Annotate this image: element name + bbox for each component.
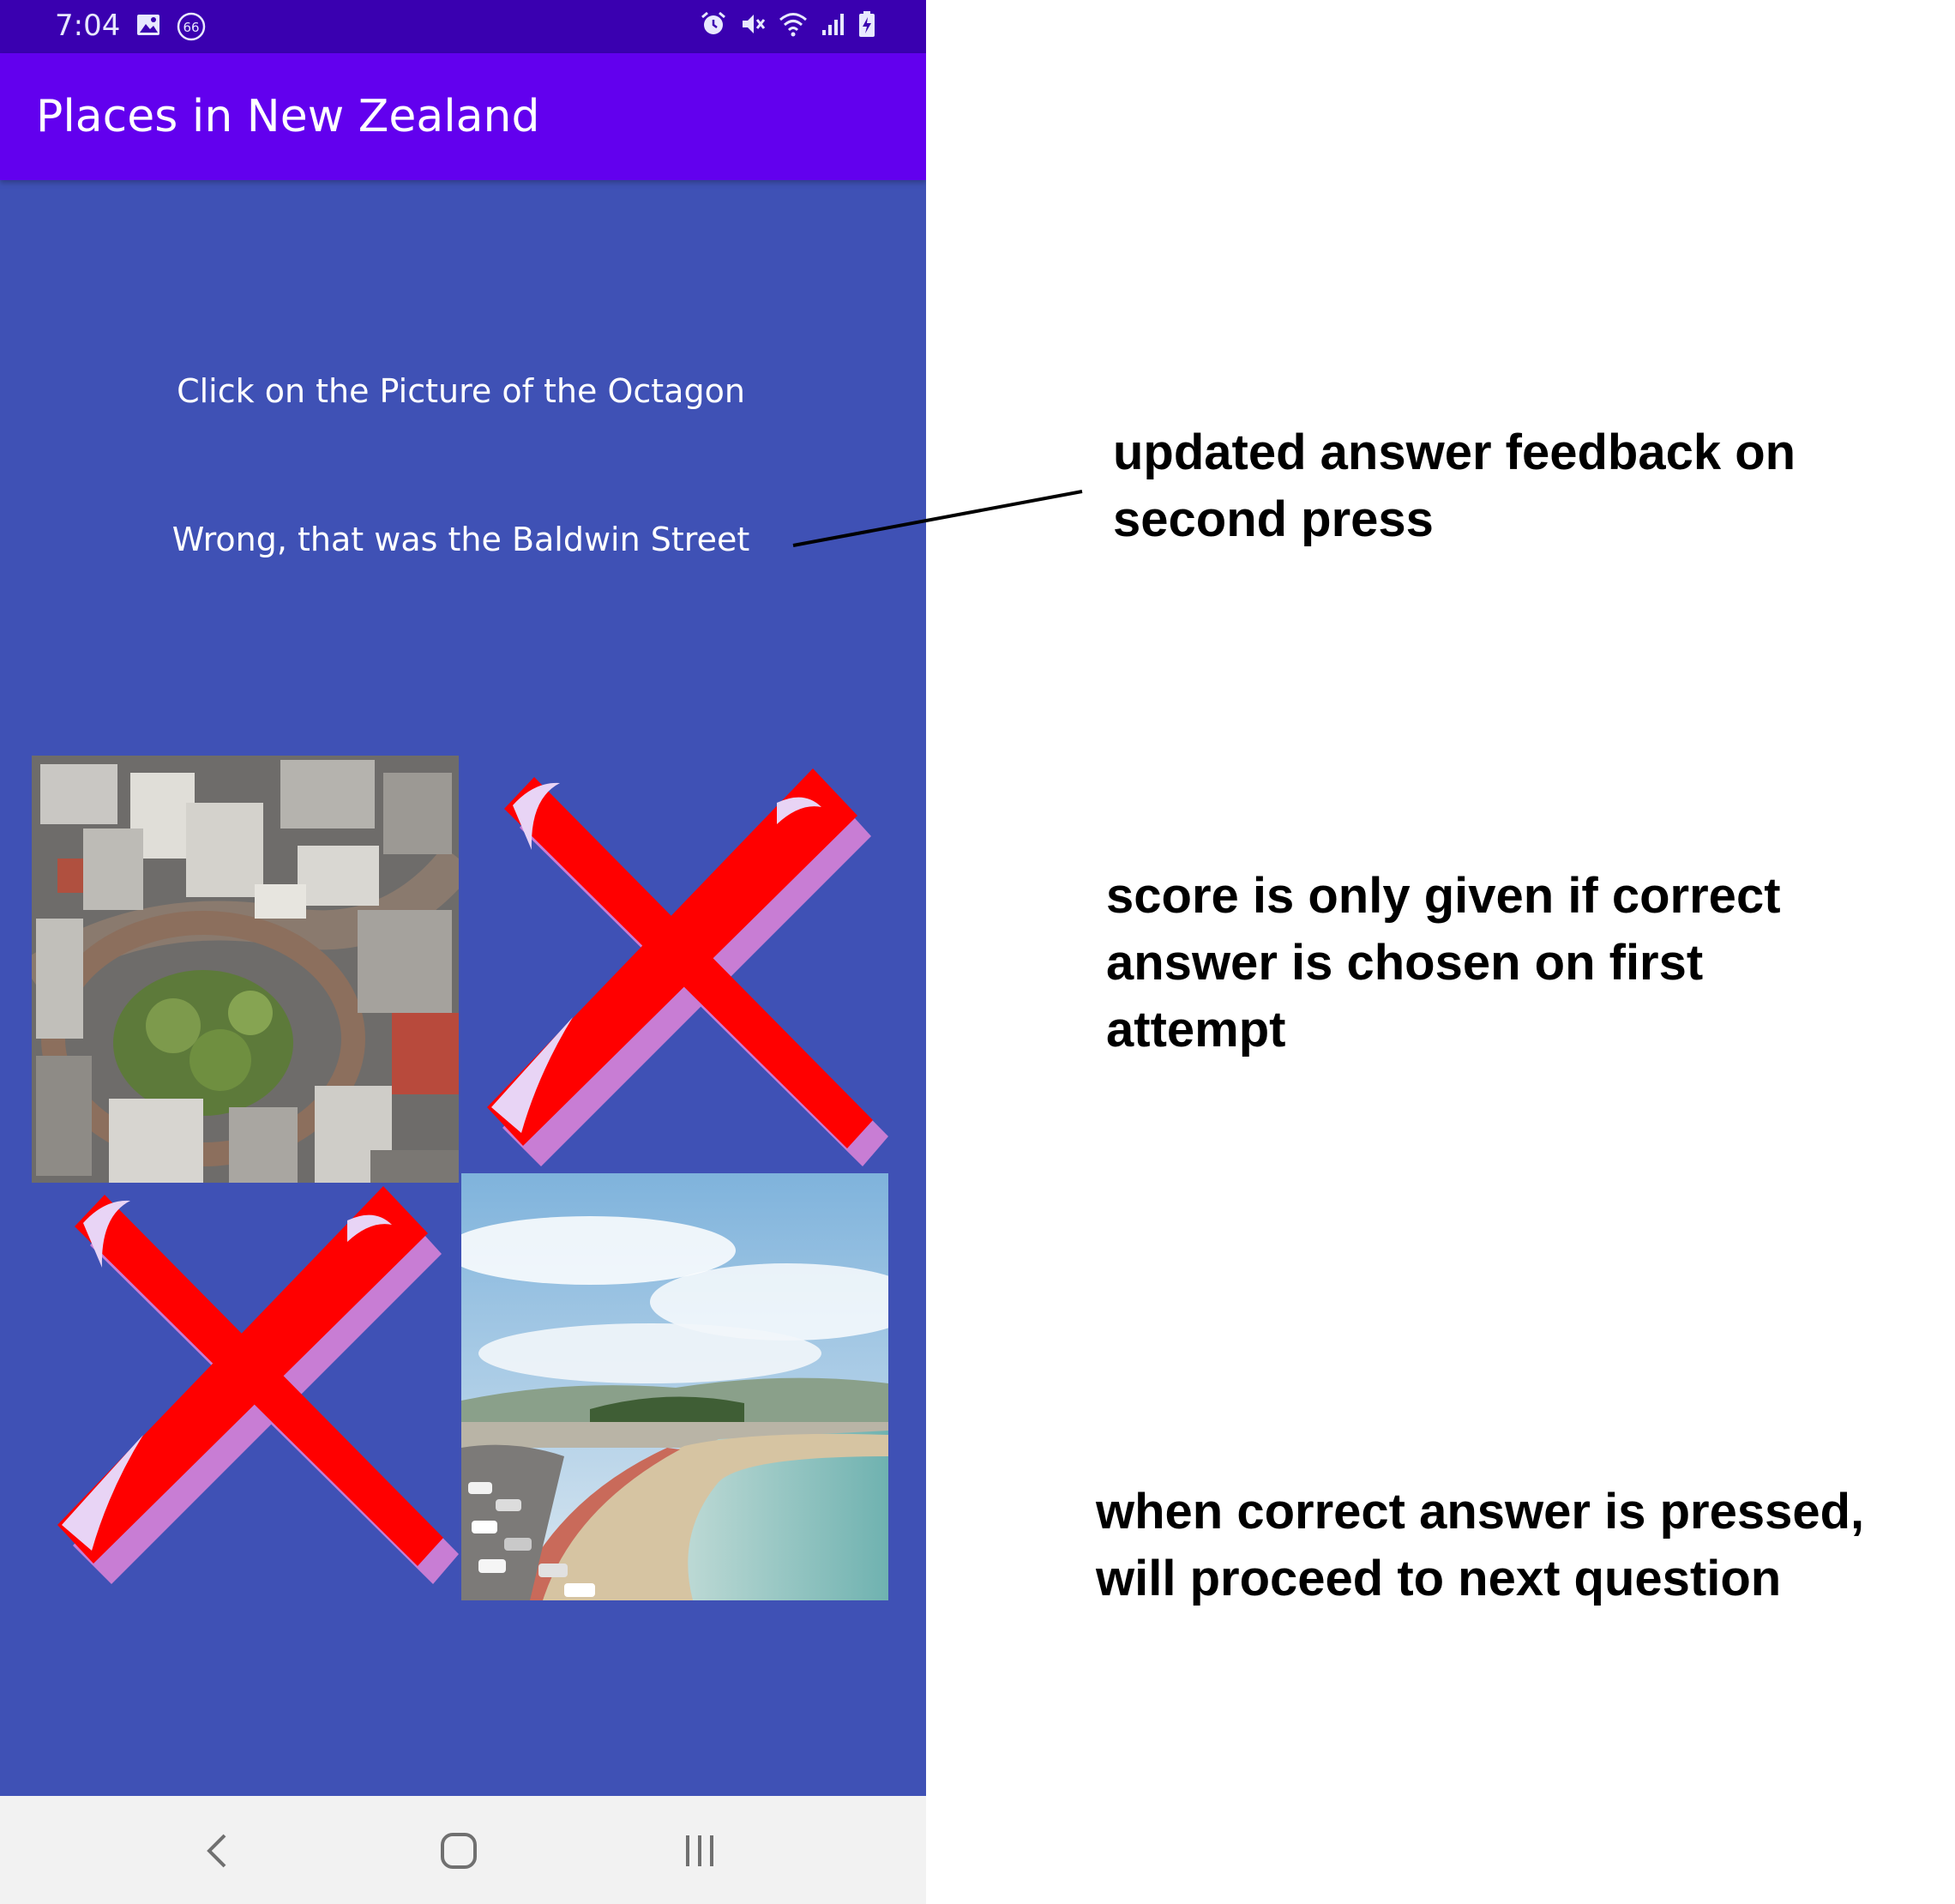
wrong-cross-icon: [487, 768, 888, 1166]
city-aerial-photo: [32, 756, 459, 1183]
answer-tile-wrong-cross[interactable]: [461, 756, 888, 1183]
answer-image-beach[interactable]: [461, 1173, 888, 1600]
wrong-cross-icon: [57, 1186, 459, 1584]
app-bar: Places in New Zealand: [0, 53, 926, 180]
question-text: Click on the Picture of the Octagon: [177, 372, 745, 410]
status-time: 7:04: [55, 9, 121, 43]
status-left-icons: 66: [135, 12, 206, 45]
home-icon[interactable]: [424, 1817, 493, 1885]
annotation-proceed-note: when correct answer is pressed, will pro…: [1096, 1484, 1865, 1606]
signal-icon: [820, 11, 845, 41]
annotation-score-note: score is only given if correct answer is…: [1106, 868, 1781, 1057]
notification-badge-count: 66: [183, 20, 199, 35]
image-icon: [135, 12, 161, 45]
recents-icon[interactable]: [665, 1817, 734, 1885]
feedback-text: Wrong, that was the Baldwin Street: [171, 521, 750, 558]
answer-image-city-aerial[interactable]: [32, 756, 459, 1183]
navigation-bar: [0, 1796, 926, 1904]
status-bar: 7:04 66: [0, 0, 926, 53]
beach-photo: [461, 1173, 888, 1600]
alarm-icon: [700, 10, 727, 42]
battery-charging-icon: [857, 10, 876, 42]
mute-icon: [739, 10, 767, 42]
phone-screen: 7:04 66 Places in New Zealand Click on t…: [0, 0, 926, 1904]
status-right-icons: [700, 10, 876, 42]
annotation-feedback-note: updated answer feedback on second press: [1113, 425, 1796, 547]
back-icon[interactable]: [183, 1817, 252, 1885]
app-title: Places in New Zealand: [36, 91, 540, 142]
notification-badge-icon: 66: [177, 12, 206, 45]
wifi-icon: [779, 10, 808, 42]
answer-tile-wrong-cross[interactable]: [32, 1173, 459, 1600]
